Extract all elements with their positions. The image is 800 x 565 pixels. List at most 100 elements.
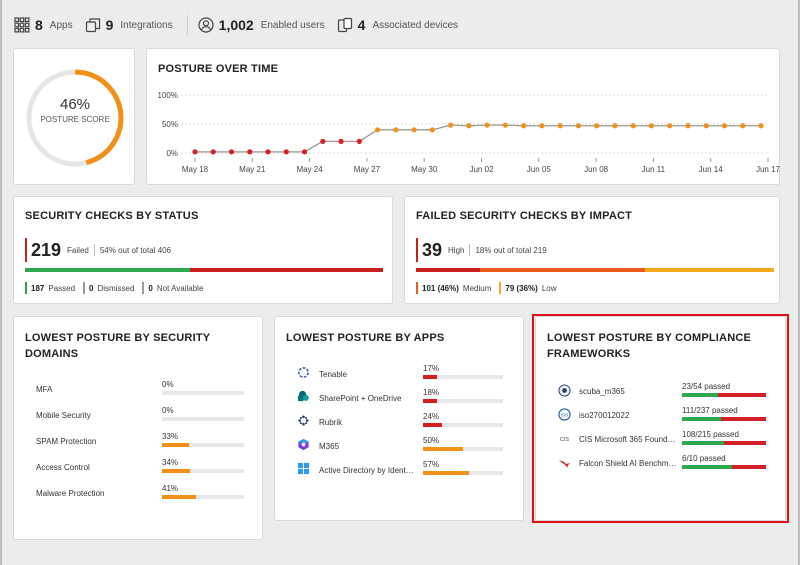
data-point[interactable]	[685, 123, 691, 129]
app-label: Active Directory by Ident…	[319, 466, 414, 475]
data-point[interactable]	[648, 123, 655, 129]
data-point[interactable]	[539, 123, 545, 129]
legend-item-not-available[interactable]: 0 Not Available	[142, 282, 203, 294]
posture-over-time-card[interactable]: 100% 50% 0% May 18 May 21 May 24 May 27 May 30 J…	[146, 48, 781, 185]
data-point[interactable]	[429, 127, 435, 133]
data-point[interactable]	[740, 123, 746, 129]
integrations-icon	[85, 18, 100, 33]
data-point[interactable]	[466, 123, 472, 129]
lowest-domains-card[interactable]: LOWEST POSTURE BY SECURITY DOMAINS MFA 0%…	[13, 316, 263, 540]
posture-score-label: POSTURE SCORE	[40, 115, 110, 124]
security-checks-status-card[interactable]: SECURITY CHECKS BY STATUS 219 Failed 54%…	[13, 196, 393, 304]
failed-checks-impact-title: FAILED SECURITY CHECKS BY IMPACT	[416, 210, 633, 222]
apps-label: Apps	[49, 19, 73, 31]
app-percent: 17%	[423, 364, 440, 373]
failed-checks-impact-card[interactable]: FAILED SECURITY CHECKS BY IMPACT 39 High…	[404, 196, 780, 304]
x-tick-label: Jun 14	[699, 165, 724, 174]
impact-stacked-bar	[416, 268, 774, 272]
domain-label: SPAM Protection	[36, 437, 97, 446]
data-point[interactable]	[721, 123, 728, 129]
app-progress-track	[423, 375, 503, 379]
data-point[interactable]	[356, 138, 362, 144]
legend-item-passed[interactable]: 187 Passed	[25, 282, 75, 294]
domain-progress-track	[162, 443, 244, 447]
data-point[interactable]	[758, 123, 764, 129]
bar-segment-passed	[25, 268, 190, 272]
grid-icon	[14, 17, 30, 33]
apps-stat[interactable]: 8 Apps	[14, 17, 85, 33]
data-point[interactable]	[247, 149, 253, 155]
bar-segment-medium	[480, 268, 646, 272]
devices-count: 4	[357, 17, 366, 33]
data-point[interactable]	[338, 138, 344, 144]
data-point[interactable]	[594, 123, 600, 129]
security-checks-status-title: SECURITY CHECKS BY STATUS	[25, 210, 199, 222]
data-point[interactable]	[265, 149, 271, 155]
domain-progress-track	[162, 417, 244, 421]
app-progress-fill	[423, 399, 438, 403]
data-point[interactable]	[448, 122, 454, 128]
integrations-count: 9	[105, 17, 114, 33]
domain-percent: 0%	[162, 380, 174, 389]
data-point[interactable]	[411, 127, 417, 133]
data-point[interactable]	[521, 123, 527, 129]
data-point[interactable]	[301, 149, 308, 155]
impact-headline: 39 High 18% out of total 219	[416, 238, 547, 262]
app-label: Rubrik	[319, 418, 343, 427]
legend-value: 187	[31, 283, 45, 293]
legend-label: Passed	[48, 283, 76, 293]
legend-label: Low	[541, 283, 557, 293]
data-point[interactable]	[484, 122, 490, 128]
devices-stat[interactable]: 4 Associated devices	[337, 17, 470, 33]
high-count: 39	[422, 239, 443, 260]
app-progress-track	[423, 423, 503, 427]
app-progress-track	[423, 447, 503, 451]
lowest-apps-card[interactable]: LOWEST POSTURE BY APPS Tenable 17% SharePo…	[274, 316, 524, 521]
data-point[interactable]	[557, 123, 563, 129]
domain-percent: 0%	[162, 406, 174, 415]
x-tick-label: May 24	[296, 165, 323, 174]
legend-item-medium[interactable]: 101 (46%) Medium	[416, 282, 491, 294]
data-point[interactable]	[228, 149, 235, 155]
domain-progress-fill	[162, 495, 196, 499]
users-stat[interactable]: 1,002 Enabled users	[198, 17, 337, 33]
domain-progress-track	[162, 469, 244, 473]
data-point[interactable]	[210, 149, 216, 155]
posture-over-time-title: POSTURE OVER TIME	[158, 63, 279, 75]
data-point[interactable]	[667, 123, 673, 129]
data-point[interactable]	[502, 122, 508, 128]
lowest-apps-title: LOWEST POSTURE BY APPS	[286, 332, 445, 344]
domain-progress-fill	[162, 443, 190, 447]
data-point[interactable]	[630, 123, 636, 129]
posture-score-value: 46%	[59, 96, 91, 113]
impact-legend: 101 (46%) Medium 79 (36%) Low	[416, 282, 565, 294]
data-point[interactable]	[612, 123, 618, 129]
domain-percent: 33%	[162, 432, 179, 441]
data-point[interactable]	[283, 149, 289, 155]
tenable-icon	[297, 366, 310, 379]
data-point[interactable]	[703, 123, 709, 129]
app-progress-track	[423, 399, 503, 403]
app-progress-fill	[423, 471, 469, 475]
x-tick-label: Jun 02	[469, 165, 494, 174]
app-progress-fill	[423, 447, 463, 451]
data-point[interactable]	[393, 127, 399, 133]
domain-label: Mobile Security	[36, 411, 91, 420]
devices-icon	[337, 17, 352, 33]
legend-item-low[interactable]: 79 (36%) Low	[499, 282, 557, 294]
sharepoint-icon	[297, 390, 310, 403]
domain-progress-fill	[162, 469, 190, 473]
highlight-box	[532, 314, 789, 523]
apps-count: 8	[35, 17, 43, 33]
data-point[interactable]	[192, 149, 198, 155]
posture-score-card[interactable]: 46% POSTURE SCORE	[13, 48, 135, 185]
x-tick-label: Jun 05	[527, 165, 552, 174]
legend-item-dismissed[interactable]: 0 Dismissed	[83, 282, 134, 294]
legend-value: 79 (36%)	[505, 283, 538, 293]
lowest-domains-title: LOWEST POSTURE BY SECURITY DOMAINS	[25, 332, 211, 360]
integrations-stat[interactable]: 9 Integrations	[85, 17, 185, 33]
data-point[interactable]	[575, 123, 582, 129]
legend-label: Not Available	[156, 283, 204, 293]
data-point[interactable]	[320, 138, 326, 144]
data-point[interactable]	[374, 127, 381, 133]
